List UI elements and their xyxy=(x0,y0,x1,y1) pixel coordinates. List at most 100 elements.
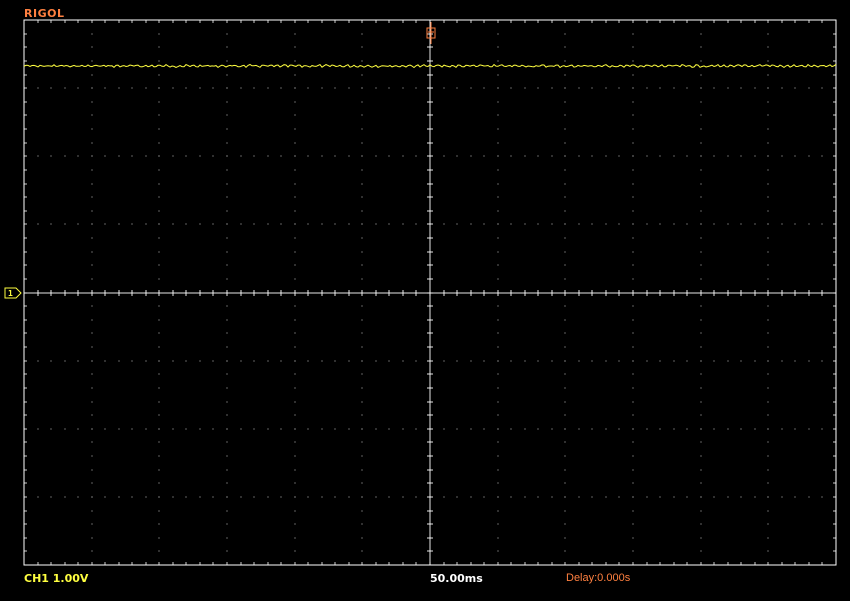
grid-dot xyxy=(740,360,742,362)
grid-dot xyxy=(578,223,580,225)
grid-dot xyxy=(145,360,147,362)
grid-dot xyxy=(375,360,377,362)
grid-dot xyxy=(618,428,620,430)
grid-dot xyxy=(700,482,702,484)
grid-dot xyxy=(294,33,296,35)
grid-dot xyxy=(185,360,187,362)
grid-dot xyxy=(131,155,133,157)
grid-dot xyxy=(226,537,228,539)
grid-dot xyxy=(131,428,133,430)
ch1-ground-marker-icon[interactable]: 1 xyxy=(4,287,22,299)
grid-dot xyxy=(280,87,282,89)
grid-dot xyxy=(91,33,93,35)
grid-dot xyxy=(158,455,160,457)
grid-dot xyxy=(91,223,93,225)
grid-dot xyxy=(294,414,296,416)
grid-dot xyxy=(443,87,445,89)
grid-dot xyxy=(673,428,675,430)
grid-dot xyxy=(226,523,228,525)
grid-dot xyxy=(321,223,323,225)
grid-dot xyxy=(240,223,242,225)
grid-dot xyxy=(158,264,160,266)
grid-dot xyxy=(686,155,688,157)
grid-dot xyxy=(618,223,620,225)
grid-dot xyxy=(226,496,228,498)
ch1-scale-readout[interactable]: CH1 1.00V xyxy=(24,572,88,585)
grid-dot xyxy=(91,332,93,334)
grid-dot xyxy=(294,537,296,539)
grid-dot xyxy=(578,428,580,430)
grid-dot xyxy=(226,223,228,225)
grid-dot xyxy=(307,360,309,362)
grid-dot xyxy=(267,155,269,157)
grid-dot xyxy=(551,155,553,157)
grid-dot xyxy=(226,251,228,253)
grid-dot xyxy=(294,305,296,307)
grid-dot xyxy=(781,428,783,430)
trigger-position-icon[interactable] xyxy=(426,22,436,44)
grid-dot xyxy=(497,401,499,403)
grid-dot xyxy=(361,496,363,498)
grid-dot xyxy=(145,496,147,498)
grid-dot xyxy=(632,251,634,253)
grid-dot xyxy=(564,114,566,116)
grid-dot xyxy=(632,155,634,157)
grid-dot xyxy=(158,60,160,62)
grid-dot xyxy=(388,496,390,498)
grid-dot xyxy=(564,373,566,375)
grid-dot xyxy=(253,223,255,225)
grid-dot xyxy=(794,155,796,157)
grid-dot xyxy=(767,210,769,212)
grid-dot xyxy=(740,496,742,498)
grid-dot xyxy=(767,373,769,375)
grid-dot xyxy=(632,142,634,144)
grid-dot xyxy=(794,360,796,362)
grid-dot xyxy=(767,414,769,416)
grid-dot xyxy=(700,387,702,389)
grid-dot xyxy=(700,223,702,225)
grid-dot xyxy=(767,169,769,171)
grid-dot xyxy=(510,155,512,157)
grid-dot xyxy=(767,196,769,198)
grid-dot xyxy=(700,60,702,62)
grid-dot xyxy=(334,496,336,498)
grid-dot xyxy=(767,510,769,512)
grid-dot xyxy=(767,401,769,403)
grid-dot xyxy=(754,155,756,157)
grid-dot xyxy=(443,496,445,498)
grid-dot xyxy=(361,210,363,212)
grid-dot xyxy=(767,550,769,552)
timebase-readout[interactable]: 50.00ms xyxy=(430,572,483,585)
grid-dot xyxy=(497,183,499,185)
grid-dot xyxy=(294,401,296,403)
grid-dot xyxy=(307,87,309,89)
grid-dot xyxy=(348,496,350,498)
grid-dot xyxy=(767,142,769,144)
grid-dot xyxy=(402,360,404,362)
grid-dot xyxy=(700,155,702,157)
grid-dot xyxy=(321,155,323,157)
grid-dot xyxy=(50,428,52,430)
grid-dot xyxy=(632,496,634,498)
grid-dot xyxy=(700,510,702,512)
grid-dot xyxy=(91,183,93,185)
grid-dot xyxy=(226,264,228,266)
grid-dot xyxy=(361,60,363,62)
grid-dot xyxy=(361,237,363,239)
grid-dot xyxy=(158,101,160,103)
grid-dot xyxy=(673,360,675,362)
grid-dot xyxy=(564,264,566,266)
grid-dot xyxy=(348,155,350,157)
grid-dot xyxy=(388,155,390,157)
status-bar: CH1 1.00V 50.00ms Delay:0.000s xyxy=(0,570,850,590)
grid-dot xyxy=(551,223,553,225)
grid-dot xyxy=(781,87,783,89)
delay-readout[interactable]: Delay:0.000s xyxy=(566,572,630,584)
grid-dot xyxy=(226,550,228,552)
grid-dot xyxy=(104,223,106,225)
grid-dot xyxy=(497,210,499,212)
grid-dot xyxy=(158,114,160,116)
grid-dot xyxy=(700,496,702,498)
grid-dot xyxy=(361,401,363,403)
grid-dot xyxy=(91,319,93,321)
